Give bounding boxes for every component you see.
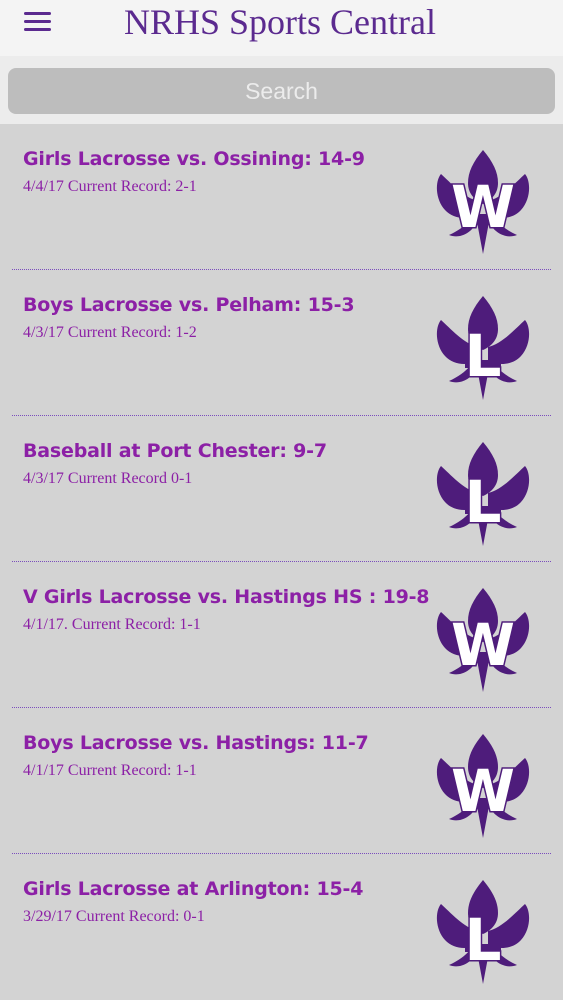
results-list: Girls Lacrosse vs. Ossining: 14-9 4/4/17… [0, 124, 563, 1000]
app-screen: NRHS Sports Central Girls Lacrosse vs. O… [0, 0, 563, 1000]
result-letter: W [451, 611, 515, 679]
list-item[interactable]: Boys Lacrosse vs. Hastings: 11-7 4/1/17 … [0, 708, 563, 854]
result-letter: L [465, 322, 502, 390]
item-subtitle: 4/3/17 Current Record: 1-2 [23, 324, 197, 341]
item-subtitle: 4/3/17 Current Record 0-1 [23, 470, 193, 487]
menu-line [24, 28, 51, 31]
menu-line [24, 12, 51, 15]
item-title: Baseball at Port Chester: 9-7 [23, 440, 327, 462]
item-title: Girls Lacrosse at Arlington: 15-4 [23, 878, 364, 900]
item-title: V Girls Lacrosse vs. Hastings HS : 19-8 [23, 586, 430, 608]
menu-line [24, 20, 51, 23]
result-letter: L [465, 468, 502, 536]
item-subtitle: 4/4/17 Current Record: 2-1 [23, 178, 197, 195]
list-item[interactable]: V Girls Lacrosse vs. Hastings HS : 19-8 … [0, 562, 563, 708]
fleur-de-lis-loss-icon: L [433, 440, 533, 548]
page-title: NRHS Sports Central [123, 2, 436, 42]
fleur-de-lis-win-icon: W [433, 586, 533, 694]
result-letter: L [465, 906, 502, 974]
list-item[interactable]: Girls Lacrosse at Arlington: 15-4 3/29/1… [0, 854, 563, 1000]
result-letter: W [451, 757, 515, 825]
list-item[interactable]: Baseball at Port Chester: 9-7 4/3/17 Cur… [0, 416, 563, 562]
fleur-de-lis-win-icon: W [433, 732, 533, 840]
item-title: Boys Lacrosse vs. Hastings: 11-7 [23, 732, 369, 754]
app-header: NRHS Sports Central [0, 0, 563, 56]
list-item[interactable]: Boys Lacrosse vs. Pelham: 15-3 4/3/17 Cu… [0, 270, 563, 416]
list-item[interactable]: Girls Lacrosse vs. Ossining: 14-9 4/4/17… [0, 124, 563, 270]
fleur-de-lis-win-icon: W [433, 148, 533, 256]
item-subtitle: 3/29/17 Current Record: 0-1 [23, 908, 205, 925]
fleur-de-lis-loss-icon: L [433, 294, 533, 402]
fleur-de-lis-loss-icon: L [433, 878, 533, 986]
item-title: Boys Lacrosse vs. Pelham: 15-3 [23, 294, 355, 316]
hamburger-menu-icon[interactable] [22, 9, 54, 33]
search-bar [0, 56, 563, 124]
search-input[interactable] [8, 68, 555, 114]
item-title: Girls Lacrosse vs. Ossining: 14-9 [23, 148, 365, 170]
item-subtitle: 4/1/17. Current Record: 1-1 [23, 616, 201, 633]
result-letter: W [451, 173, 515, 241]
item-subtitle: 4/1/17 Current Record: 1-1 [23, 762, 197, 779]
